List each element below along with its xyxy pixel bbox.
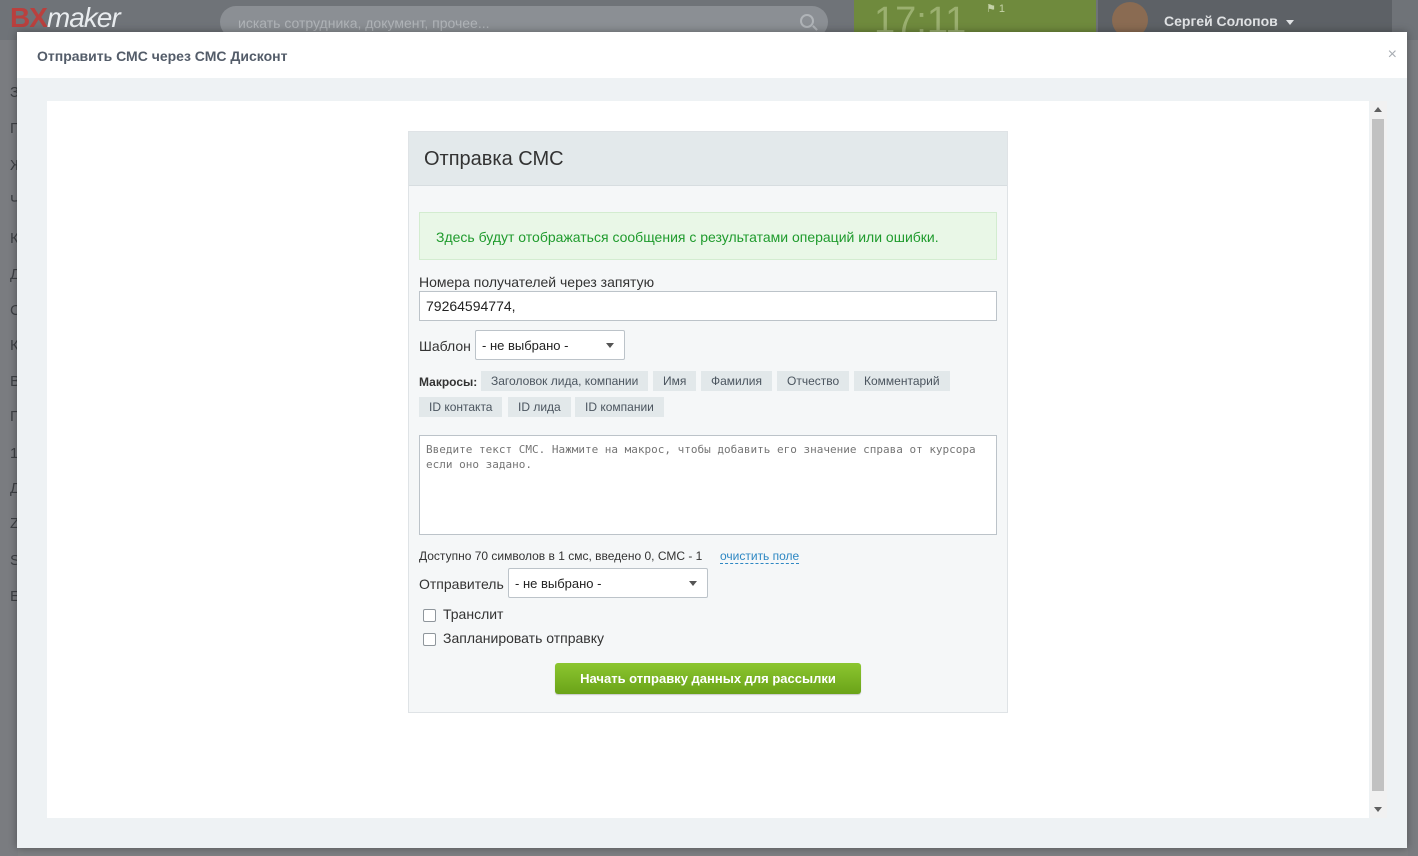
start-send-button[interactable]: Начать отправку данных для рассылки: [555, 663, 861, 694]
schedule-checkbox[interactable]: [423, 633, 436, 646]
sms-text-input[interactable]: [419, 435, 997, 535]
modal-title: Отправить СМС через СМС Дисконт: [37, 48, 288, 64]
macro-first-name[interactable]: Имя: [653, 371, 697, 391]
template-label: Шаблон: [419, 338, 471, 354]
macro-contact-id[interactable]: ID контакта: [419, 397, 503, 417]
search-icon: [800, 14, 814, 28]
sms-modal: Отправить СМС через СМС Дисконт × Отправ…: [17, 32, 1407, 848]
recipients-input[interactable]: [419, 291, 997, 321]
background-left-nav: ЗПЖЧКДСКВП1ДZSE: [0, 40, 24, 856]
modal-header: Отправить СМС через СМС Дисконт ×: [17, 32, 1407, 78]
flag-icon: ⚑ 1: [986, 3, 1006, 15]
sms-panel: Отправка СМС Здесь будут отображаться со…: [408, 131, 1008, 713]
user-name: Сергей Солопов: [1164, 13, 1278, 29]
char-counter: Доступно 70 символов в 1 смс, введено 0,…: [419, 549, 703, 563]
translit-checkbox[interactable]: [423, 609, 436, 622]
modal-scrollbar[interactable]: [1370, 101, 1387, 818]
clear-field-link[interactable]: очистить поле: [720, 549, 800, 564]
panel-title: Отправка СМС: [409, 132, 1007, 186]
close-icon[interactable]: ×: [1388, 46, 1397, 64]
macro-patronymic[interactable]: Отчество: [777, 371, 850, 391]
recipients-label: Номера получателей через запятую: [419, 274, 655, 290]
macros-label: Макросы:: [419, 375, 478, 389]
scroll-down-icon[interactable]: [1374, 807, 1382, 812]
macro-last-name[interactable]: Фамилия: [701, 371, 772, 391]
status-alert: Здесь будут отображаться сообщения с рез…: [419, 212, 997, 260]
chevron-down-icon: [606, 343, 614, 348]
background-right-edge: [1408, 40, 1418, 856]
translit-label[interactable]: Транслит: [443, 606, 503, 622]
schedule-label[interactable]: Запланировать отправку: [443, 630, 604, 646]
chevron-down-icon: [689, 581, 697, 586]
scroll-up-icon[interactable]: [1374, 107, 1382, 112]
macro-comment[interactable]: Комментарий: [854, 371, 950, 391]
macro-lead-title[interactable]: Заголовок лида, компании: [481, 371, 649, 391]
modal-content-frame: Отправка СМС Здесь будут отображаться со…: [47, 101, 1369, 818]
template-select[interactable]: - не выбрано -: [475, 330, 625, 360]
sender-select[interactable]: - не выбрано -: [508, 568, 708, 598]
macro-lead-id[interactable]: ID лида: [508, 397, 571, 417]
sender-label: Отправитель: [419, 576, 504, 592]
scrollbar-thumb[interactable]: [1372, 119, 1384, 791]
chevron-down-icon: [1285, 19, 1294, 25]
app-logo: BXmaker: [10, 2, 121, 33]
macro-company-id[interactable]: ID компании: [575, 397, 664, 417]
